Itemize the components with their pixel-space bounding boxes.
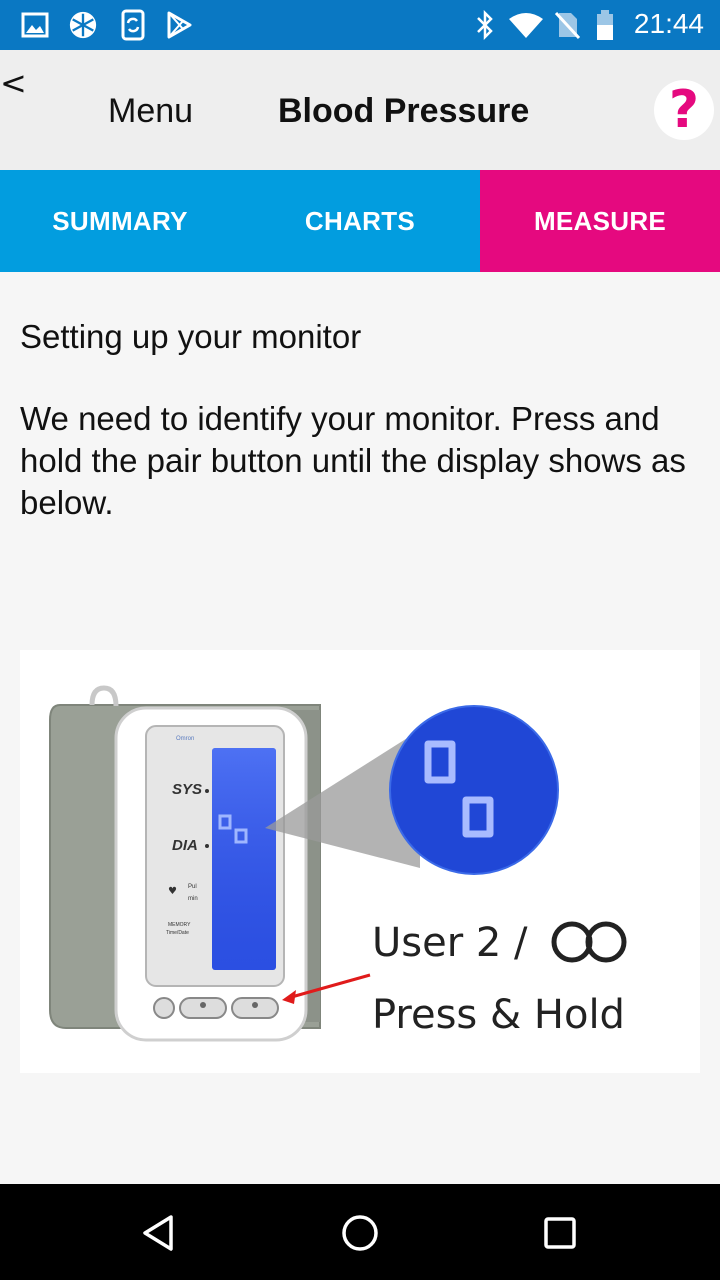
setup-heading: Setting up your monitor [20, 318, 362, 355]
battery-icon [594, 10, 616, 40]
menu-button[interactable]: Menu [108, 92, 193, 131]
tab-summary[interactable]: SUMMARY [0, 170, 240, 272]
back-nav-icon[interactable] [134, 1208, 184, 1258]
time-date-label: Time/Date [166, 930, 189, 936]
image-icon [20, 10, 50, 40]
recents-nav-icon[interactable] [535, 1208, 585, 1258]
heart-icon: ♥ [168, 886, 177, 897]
tab-bar: SUMMARY CHARTS MEASURE [0, 170, 720, 272]
status-bar: 21:44 [0, 0, 720, 50]
back-button[interactable]: < [0, 64, 27, 102]
pair-symbol-icon [551, 921, 627, 963]
zoom-display [389, 705, 559, 875]
dia-label: DIA [172, 837, 198, 854]
setup-instruction: We need to identify your monitor. Press … [20, 400, 686, 521]
power-button [153, 997, 175, 1019]
home-nav-icon[interactable] [335, 1208, 385, 1258]
pul-label: Pul [188, 884, 197, 890]
tab-measure[interactable]: MEASURE [480, 170, 720, 272]
monitor-illustration: SYS DIA ♥ Pul min MEMORY Time/Date Omron… [20, 650, 700, 1073]
snowflake-icon [68, 10, 98, 40]
app-header: < Menu Blood Pressure ? [0, 50, 720, 170]
bluetooth-icon [470, 10, 500, 40]
play-store-icon [164, 10, 194, 40]
system-nav-bar [0, 1184, 720, 1280]
press-hold-text: Press & Hold [372, 992, 625, 1038]
no-sim-icon [552, 10, 582, 40]
page-title: Blood Pressure [278, 92, 530, 130]
help-label: ? [668, 80, 700, 140]
user-text: User 2 / [372, 920, 528, 966]
tab-charts[interactable]: CHARTS [240, 170, 480, 272]
memory-label: MEMORY [168, 922, 191, 928]
sync-phone-icon [118, 9, 148, 41]
wifi-icon [508, 10, 544, 40]
sys-label: SYS [172, 781, 202, 798]
svg-text:Omron: Omron [176, 736, 194, 742]
monitor-pairing-diagram: SYS DIA ♥ Pul min MEMORY Time/Date Omron… [49, 685, 627, 1042]
instructions: Setting up your monitor We need to ident… [20, 316, 700, 564]
min-label: min [188, 896, 198, 902]
help-icon[interactable]: ? [654, 80, 714, 140]
clock: 21:44 [633, 8, 704, 39]
